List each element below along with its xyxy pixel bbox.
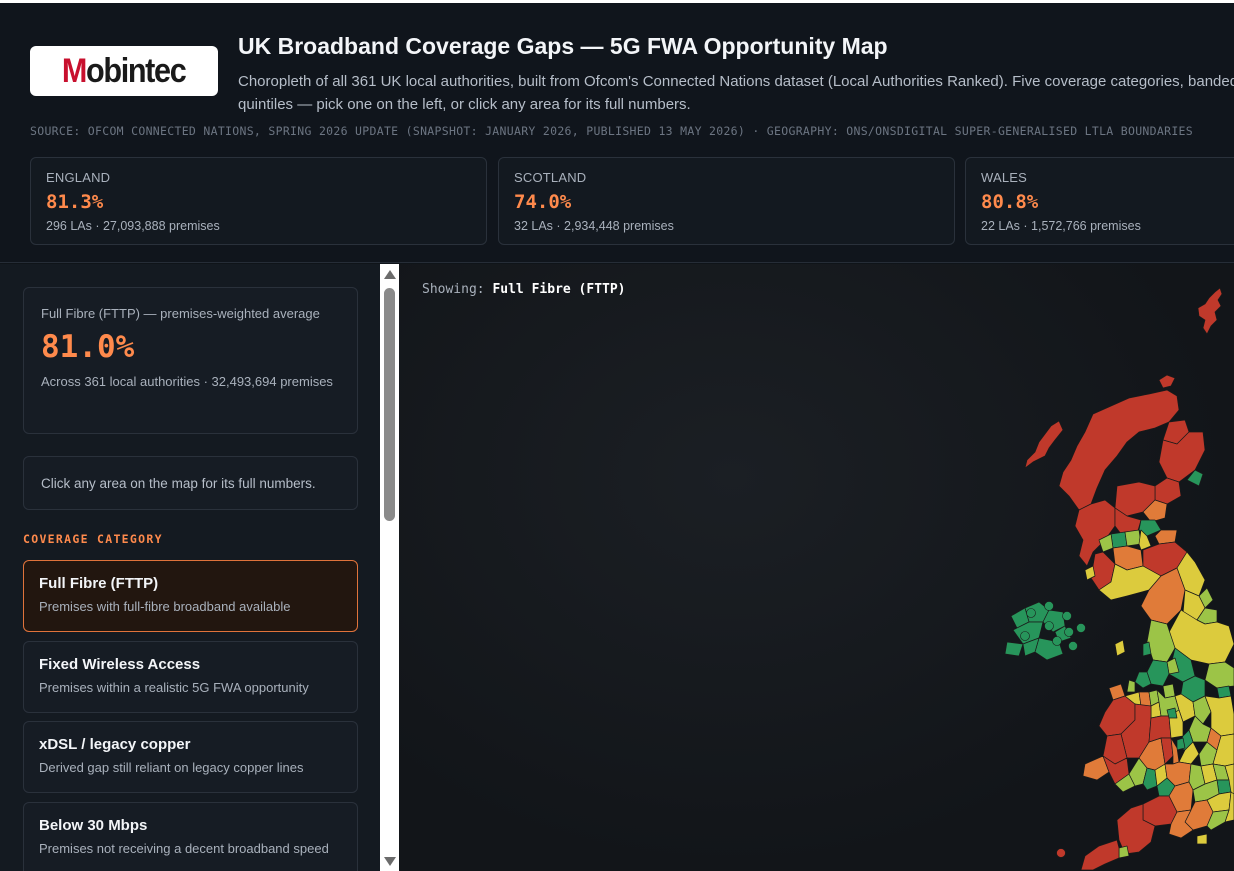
sidebar-scrollbar[interactable] — [380, 264, 399, 871]
nation-percentage: 80.8% — [981, 191, 1039, 213]
nation-card-scotland: SCOTLAND 74.0% 32 LAs · 2,934,448 premis… — [498, 157, 955, 245]
page-subtitle: Choropleth of all 361 UK local authoriti… — [238, 73, 1234, 113]
map-area-island-dot — [1076, 623, 1086, 633]
brand-logo-text: Mobintec — [62, 51, 187, 90]
map-area-plymouth — [1118, 845, 1130, 859]
category-option-fwa[interactable]: Fixed Wireless Access Premises within a … — [23, 641, 358, 713]
map-area-island-dot — [1020, 631, 1030, 641]
summary-subtext: Across 361 local authorities · 32,493,69… — [41, 374, 333, 389]
category-section-heading: COVERAGE CATEGORY — [23, 532, 163, 546]
map-area-island-dot — [1044, 601, 1054, 611]
nation-meta: 32 LAs · 2,934,448 premises — [514, 219, 674, 233]
map-area-shetland — [1197, 287, 1223, 335]
category-label: xDSL / legacy copper — [39, 736, 191, 753]
scroll-down-arrow-icon[interactable] — [384, 857, 396, 866]
scroll-up-arrow-icon[interactable] — [384, 270, 396, 279]
category-label: Below 30 Mbps — [39, 817, 148, 834]
category-description: Premises within a realistic 5G FWA oppor… — [39, 680, 309, 695]
map-area-north-lanarkshire — [1124, 529, 1142, 547]
map-area-lancashire — [1146, 619, 1176, 663]
map-area-isles-of-scilly — [1056, 848, 1066, 858]
category-option-fttp[interactable]: Full Fibre (FTTP) Premises with full-fib… — [23, 560, 358, 632]
nation-meta: 296 LAs · 27,093,888 premises — [46, 219, 220, 233]
map-hint: Click any area on the map for its full n… — [23, 456, 358, 510]
category-description: Derived gap still reliant on legacy copp… — [39, 760, 304, 775]
map-area-island-dot — [1044, 621, 1054, 631]
map-area-stockport — [1162, 683, 1176, 699]
summary-card: Full Fibre (FTTP) — premises-weighted av… — [23, 287, 358, 434]
category-description: Premises not receiving a decent broadban… — [39, 841, 329, 856]
map-area-island-dot — [1064, 627, 1074, 637]
summary-value: 81.0% — [41, 329, 135, 365]
map-area-orkney — [1158, 374, 1176, 389]
nation-card-wales: WALES 80.8% 22 LAs · 1,572,766 premises — [965, 157, 1234, 245]
sidebar: Full Fibre (FTTP) — premises-weighted av… — [0, 264, 380, 871]
nation-meta: 22 LAs · 1,572,766 premises — [981, 219, 1141, 233]
map-area-island-dot — [1026, 608, 1036, 618]
showing-indicator: Showing: Full Fibre (FTTP) — [422, 282, 626, 297]
map-area-wirral — [1126, 679, 1136, 693]
map-area-angus — [1154, 477, 1182, 505]
category-description: Premises with full-fibre broadband avail… — [39, 599, 291, 614]
map-area-island-dot — [1052, 636, 1062, 646]
category-label: Full Fibre (FTTP) — [39, 575, 159, 592]
map-area-isle-of-man — [1114, 639, 1126, 657]
map-area-cornwall — [1080, 839, 1120, 871]
nation-percentage: 74.0% — [514, 191, 572, 213]
scrollbar-thumb[interactable] — [384, 288, 395, 521]
nation-name: WALES — [981, 170, 1028, 185]
map-area-island-dot — [1062, 611, 1072, 621]
map-area-london — [1216, 779, 1232, 795]
map-panel: Showing: Full Fibre (FTTP) — [399, 264, 1234, 871]
showing-value: Full Fibre (FTTP) — [492, 282, 626, 297]
page-title: UK Broadband Coverage Gaps — 5G FWA Oppo… — [238, 33, 888, 59]
category-label: Fixed Wireless Access — [39, 656, 201, 673]
page-header: Mobintec UK Broadband Coverage Gaps — 5G… — [0, 3, 1234, 263]
map-area-western-isles — [1024, 420, 1064, 469]
nation-name: SCOTLAND — [514, 170, 587, 185]
nation-name: ENGLAND — [46, 170, 111, 185]
map-area-east-yorkshire — [1204, 661, 1234, 689]
nation-percentage: 81.3% — [46, 191, 104, 213]
category-option-below-30mbps[interactable]: Below 30 Mbps Premises not receiving a d… — [23, 802, 358, 871]
category-option-xdsl[interactable]: xDSL / legacy copper Derived gap still r… — [23, 721, 358, 793]
map-area-ni-fermanagh — [1004, 641, 1024, 657]
uk-choropleth-map[interactable] — [399, 264, 1234, 871]
map-area-island-dot — [1068, 641, 1078, 651]
summary-label: Full Fibre (FTTP) — premises-weighted av… — [41, 306, 320, 321]
nation-card-england: ENGLAND 81.3% 296 LAs · 27,093,888 premi… — [30, 157, 487, 245]
map-area-glasgow — [1110, 531, 1128, 549]
showing-label: Showing: — [422, 282, 485, 297]
source-note: SOURCE: OFCOM CONNECTED NATIONS, SPRING … — [30, 124, 1193, 138]
map-area-isle-of-wight — [1196, 833, 1208, 845]
brand-logo[interactable]: Mobintec — [30, 46, 218, 96]
map-area-stoke — [1166, 707, 1178, 719]
